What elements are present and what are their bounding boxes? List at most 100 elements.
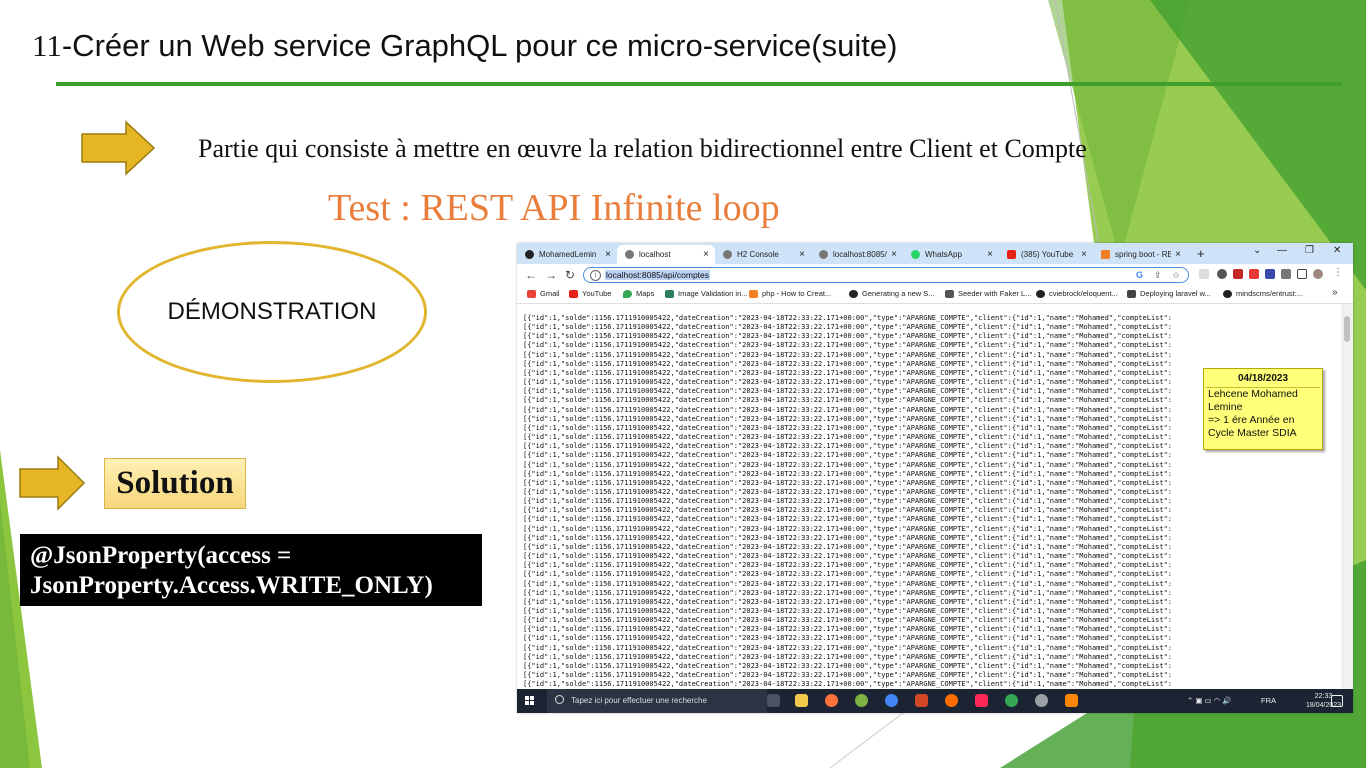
share-icon[interactable]: ⇪ (1154, 270, 1162, 281)
language-indicator[interactable]: FRA (1261, 696, 1276, 705)
google-lens-icon[interactable]: G (1136, 270, 1143, 280)
bookmark-item[interactable]: Maps (623, 289, 654, 298)
windows-taskbar: Tapez ici pour effectuer une recherche ⌃… (517, 689, 1353, 713)
tab-github[interactable]: MohamedLemin × (517, 245, 617, 264)
globe-icon (625, 250, 634, 259)
close-icon[interactable]: × (987, 249, 993, 260)
address-bar[interactable]: i localhost:8085/api/comptes G ⇪ ☆ (583, 267, 1189, 283)
globe-icon (723, 250, 732, 259)
search-icon (555, 695, 564, 704)
slide-title: 11-Créer un Web service GraphQL pour ce … (32, 28, 897, 64)
gmail-icon (527, 289, 536, 298)
bookmarks-overflow-button[interactable]: » (1332, 287, 1338, 298)
tab-label: WhatsApp (925, 250, 962, 259)
extension-icon[interactable] (1249, 269, 1259, 279)
sidebar-icon[interactable] (1297, 269, 1307, 279)
json-response-text: [{"id":1,"solde":1156.1711910005422,"dat… (523, 314, 1173, 689)
back-button[interactable]: ← (525, 268, 537, 282)
bookmark-item[interactable]: Seeder with Faker L... (945, 289, 1031, 298)
close-icon[interactable]: × (605, 249, 611, 260)
bookmark-label: php - How to Creat... (762, 289, 832, 298)
chrome-icon[interactable] (1005, 694, 1018, 707)
new-tab-button[interactable]: + (1197, 246, 1205, 261)
close-icon[interactable]: × (1081, 249, 1087, 260)
menu-icon[interactable]: ⋮ (1333, 267, 1343, 278)
bookmark-item[interactable]: YouTube (569, 289, 611, 298)
bookmark-item[interactable]: mindscms/entrust:... (1223, 289, 1303, 298)
bookmark-label: cviebrock/eloquent... (1049, 289, 1118, 298)
sticky-note: 04/18/2023 Lehcene Mohamed Lemine => 1 é… (1203, 368, 1323, 450)
tab-youtube[interactable]: (385) YouTube × (999, 245, 1093, 264)
close-window-button[interactable]: ✕ (1333, 245, 1341, 256)
notification-icon[interactable] (1331, 695, 1343, 707)
puzzle-icon[interactable] (1281, 269, 1291, 279)
globe-icon (819, 250, 828, 259)
tab-label: H2 Console (737, 250, 779, 259)
tab-label: localhost:8085/g (833, 250, 888, 259)
code-line: JsonProperty.Access.WRITE_ONLY) (30, 572, 433, 599)
bookmark-item[interactable]: Gmail (527, 289, 560, 298)
test-heading: Test : REST API Infinite loop (328, 187, 780, 229)
solution-code-box: @JsonProperty(access = JsonProperty.Acce… (20, 534, 482, 606)
vlc-icon[interactable] (1065, 694, 1078, 707)
bookmark-item[interactable]: Image Validation in... (665, 289, 748, 298)
tray-icons[interactable]: ⌃ ▣ ▭ ◠ 🔊 (1187, 696, 1232, 705)
bookmark-label: Generating a new S... (862, 289, 935, 298)
bookmark-item[interactable]: php - How to Creat... (749, 289, 831, 298)
bookmark-label: Deploying laravel w... (1140, 289, 1211, 298)
scroll-thumb[interactable] (1344, 316, 1350, 342)
close-icon[interactable]: × (703, 249, 709, 260)
chrome-icon[interactable] (885, 694, 898, 707)
extension-icon[interactable] (1217, 269, 1227, 279)
tab-localhost[interactable]: localhost × (617, 245, 715, 264)
tab-label: localhost (639, 250, 671, 259)
close-icon[interactable]: × (1175, 249, 1181, 260)
forward-button[interactable]: → (545, 268, 557, 282)
maximize-button[interactable]: ❐ (1305, 245, 1314, 256)
gear-icon[interactable] (1035, 694, 1048, 707)
sticky-note-line: Lemine (1208, 401, 1243, 413)
app-icon[interactable] (855, 694, 868, 707)
github-icon (1223, 289, 1232, 298)
slide-subtitle: Partie qui consiste à mettre en œuvre la… (198, 134, 1087, 163)
sticky-note-date: 04/18/2023 (1206, 369, 1320, 388)
app-icon[interactable] (945, 694, 958, 707)
star-icon[interactable]: ☆ (1172, 270, 1180, 281)
extension-icon[interactable] (1265, 269, 1275, 279)
bookmark-label: Maps (636, 289, 655, 298)
task-view-icon[interactable] (767, 694, 780, 707)
close-icon[interactable]: × (891, 249, 897, 260)
tab-h2-console[interactable]: H2 Console × (715, 245, 811, 264)
tab-localhost-graphql[interactable]: localhost:8085/g × (811, 245, 903, 264)
minimize-button[interactable]: — (1277, 245, 1287, 256)
address-url[interactable]: localhost:8085/api/comptes (605, 270, 711, 280)
bookmark-item[interactable]: Generating a new S... (849, 289, 935, 298)
browser-toolbar: ← → ↻ i localhost:8085/api/comptes G ⇪ ☆… (517, 264, 1353, 286)
intellij-icon[interactable] (975, 694, 988, 707)
bookmark-item[interactable]: cviebrock/eloquent... (1036, 289, 1118, 298)
arrow-right-icon (81, 120, 156, 176)
tab-whatsapp[interactable]: WhatsApp × (903, 245, 999, 264)
taskbar-search[interactable]: Tapez ici pour effectuer une recherche (547, 689, 767, 713)
extension-icon[interactable] (1199, 269, 1209, 279)
close-icon[interactable]: × (799, 249, 805, 260)
tab-stackoverflow[interactable]: spring boot - RE × (1093, 245, 1187, 264)
chevron-down-icon[interactable]: ⌄ (1253, 245, 1261, 256)
solution-label: Solution (104, 458, 246, 509)
bookmark-label: YouTube (582, 289, 612, 298)
avatar[interactable] (1313, 269, 1323, 279)
pdf-icon[interactable] (1233, 269, 1243, 279)
file-explorer-icon[interactable] (795, 694, 808, 707)
deploy-icon (1127, 289, 1136, 298)
reload-button[interactable]: ↻ (565, 268, 575, 282)
slide-title-text: -Créer un Web service GraphQL pour ce mi… (61, 28, 898, 63)
bookmark-label: mindscms/entrust:... (1236, 289, 1304, 298)
bookmarks-bar: Gmail YouTube Maps Image Validation in..… (517, 286, 1353, 304)
browser-window: MohamedLemin × localhost × H2 Console × … (517, 243, 1353, 713)
scrollbar[interactable] (1341, 304, 1353, 689)
windows-start-icon[interactable] (525, 696, 535, 706)
info-icon[interactable]: i (590, 270, 601, 281)
firefox-icon[interactable] (825, 694, 838, 707)
powerpoint-icon[interactable] (915, 694, 928, 707)
bookmark-item[interactable]: Deploying laravel w... (1127, 289, 1211, 298)
